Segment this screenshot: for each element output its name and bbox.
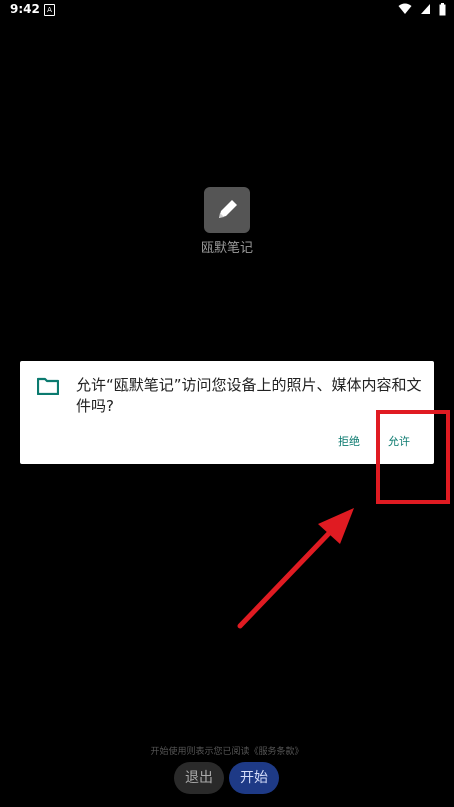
status-icons — [395, 3, 446, 17]
notification-icon: A — [44, 4, 55, 16]
status-bar: 9:42 A — [0, 0, 454, 22]
permission-dialog: 允许“瓯默笔记”访问您设备上的照片、媒体内容和文件吗? 拒绝 允许 — [20, 361, 434, 464]
exit-button[interactable]: 退出 — [174, 762, 224, 794]
status-time: 9:42 — [10, 2, 40, 16]
battery-icon — [439, 3, 446, 16]
annotation-highlight-box — [376, 410, 450, 504]
pen-icon — [219, 200, 237, 218]
start-button[interactable]: 开始 — [229, 762, 279, 794]
app-icon — [204, 187, 250, 233]
annotation-arrow-icon — [237, 508, 354, 629]
dialog-message: 允许“瓯默笔记”访问您设备上的照片、媒体内容和文件吗? — [76, 376, 422, 415]
agreement-text: 开始使用则表示您已阅读《服务条款》 — [150, 747, 304, 757]
deny-button[interactable]: 拒绝 — [338, 433, 360, 449]
wifi-icon — [398, 3, 412, 14]
signal-icon — [420, 4, 430, 14]
folder-icon — [37, 377, 59, 395]
screen: 9:42 A 瓯默笔记 允许“瓯默笔记”访问您设备上的照片、媒体内容和文件吗? — [0, 0, 454, 807]
app-name: 瓯默笔记 — [200, 241, 253, 256]
